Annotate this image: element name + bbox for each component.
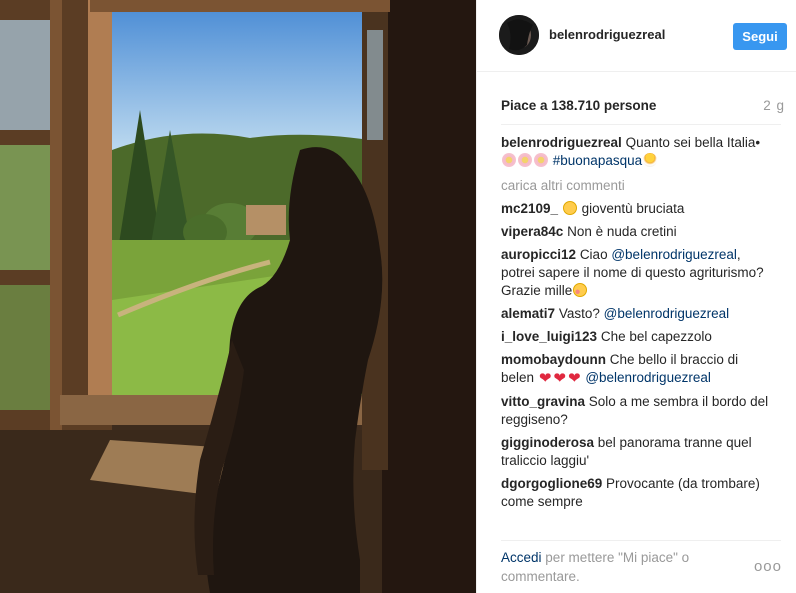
comment-text: Vasto? — [558, 306, 600, 321]
mention-link[interactable]: @belenrodriguezreal — [585, 370, 711, 385]
post-photo[interactable] — [0, 0, 476, 593]
profile-photo-icon — [499, 15, 539, 55]
likes-row: Piace a 138.710 persone 2 g — [501, 98, 796, 116]
caption-text: Quanto sei bella Italia• — [625, 135, 761, 150]
comments-list: belenrodriguezreal Quanto sei bella Ital… — [501, 134, 771, 532]
comment-username[interactable]: auropicci12 — [501, 247, 576, 262]
comment-username[interactable]: momobaydounn — [501, 352, 606, 367]
comment-username[interactable]: vitto_gravina — [501, 394, 585, 409]
comment-text: gioventù bruciata — [581, 201, 685, 216]
comment-username[interactable]: dgorgoglione69 — [501, 476, 602, 491]
comment-username[interactable]: gigginoderosa — [501, 435, 594, 450]
comment: i_love_luigi123 Che bel capezzolo — [501, 328, 771, 346]
divider — [501, 124, 781, 125]
comment: momobaydounn Che bello il braccio di bel… — [501, 351, 771, 388]
caption: belenrodriguezreal Quanto sei bella Ital… — [501, 134, 771, 170]
comment-username[interactable]: i_love_luigi123 — [501, 329, 597, 344]
mention-link[interactable]: @belenrodriguezreal — [604, 306, 730, 321]
comment: vitto_gravina Solo a me sembra il bordo … — [501, 393, 771, 429]
follow-button[interactable]: Segui — [733, 23, 787, 50]
blossom-emoji-icon — [501, 153, 553, 168]
comment: alemati7 Vasto? @belenrodriguezreal — [501, 305, 771, 323]
post-time[interactable]: 2 g — [763, 98, 785, 113]
comment: dgorgoglione69 Provocante (da trombare) … — [501, 475, 771, 511]
hatching-chick-emoji-icon — [643, 153, 658, 167]
mention-link[interactable]: @belenrodriguezreal — [611, 247, 737, 262]
photo-window-scene — [0, 0, 476, 593]
load-more-comments-link[interactable]: carica altri commenti — [501, 177, 771, 195]
login-prompt: Accedi per mettere "Mi piace" o commenta… — [501, 548, 741, 586]
comment: vipera84c Non è nuda cretini — [501, 223, 771, 241]
comment-username[interactable]: vipera84c — [501, 224, 563, 239]
login-link[interactable]: Accedi — [501, 550, 542, 565]
comment-username[interactable]: mc2109_ — [501, 201, 558, 216]
comment-text: Che bel capezzolo — [600, 329, 712, 344]
comment: gigginoderosa bel panorama tranne quel t… — [501, 434, 771, 470]
more-options-icon[interactable]: ooo — [754, 558, 782, 575]
comment-text: Non è nuda cretini — [567, 224, 677, 239]
avatar[interactable] — [499, 15, 539, 55]
comment: mc2109_ gioventù bruciata — [501, 200, 771, 218]
post-author-username[interactable]: belenrodriguezreal — [549, 27, 665, 42]
post-header: belenrodriguezreal Segui — [477, 0, 796, 72]
comment-username[interactable]: alemati7 — [501, 306, 555, 321]
instagram-post: belenrodriguezreal Segui Piace a 138.710… — [0, 0, 796, 593]
red-heart-emoji-icon: ❤ ❤ ❤ — [538, 370, 581, 387]
comment-username[interactable]: belenrodriguezreal — [501, 135, 622, 150]
comment: auropicci12 Ciao @belenrodriguezreal, po… — [501, 246, 771, 300]
post-sidebar: belenrodriguezreal Segui Piace a 138.710… — [476, 0, 796, 593]
likes-count[interactable]: Piace a 138.710 persone — [501, 98, 656, 113]
comment-text: Ciao — [579, 247, 608, 262]
hashtag-link[interactable]: #buonapasqua — [553, 153, 642, 168]
blush-face-emoji-icon — [573, 283, 588, 297]
sad-face-emoji-icon — [562, 201, 577, 215]
divider — [501, 540, 781, 541]
